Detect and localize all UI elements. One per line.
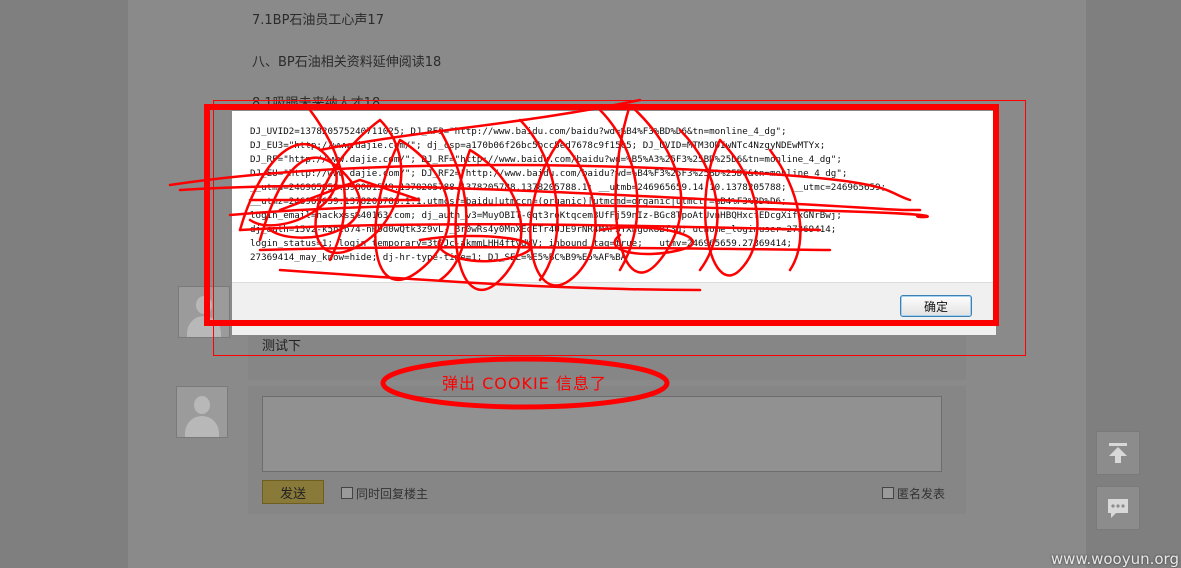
redaction-scribble (168, 98, 929, 410)
annotation-text: 弹出 COOKIE 信息了 (442, 374, 607, 393)
